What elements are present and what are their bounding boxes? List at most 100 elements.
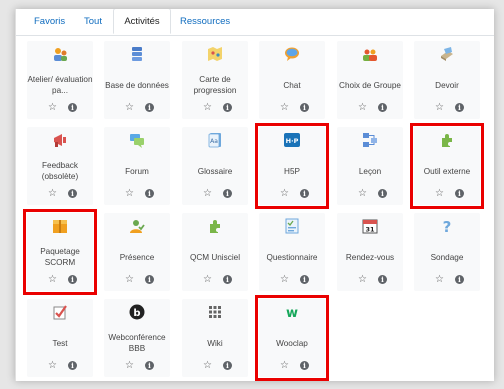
activity-label: Questionnaire [266, 252, 318, 262]
tab-ressources[interactable]: Ressources [180, 9, 230, 34]
info-icon[interactable]: i [378, 189, 387, 198]
star-icon[interactable]: ☆ [280, 102, 289, 114]
info-icon[interactable]: i [223, 275, 232, 284]
info-icon[interactable]: i [145, 103, 154, 112]
calendar-icon: 31 [362, 218, 378, 234]
activity-tile-group-choice[interactable]: Choix de Groupe ☆ i [337, 41, 403, 119]
tab-activites[interactable]: Activités [113, 9, 171, 34]
activity-tile-workshop[interactable]: Atelier/ évaluation pa... ☆ i [27, 41, 93, 119]
star-icon[interactable]: ☆ [203, 102, 212, 114]
info-icon[interactable]: i [145, 361, 154, 370]
info-icon[interactable]: i [455, 103, 464, 112]
star-icon[interactable]: ☆ [125, 102, 134, 114]
star-icon[interactable]: ☆ [435, 102, 444, 114]
svg-text:Aa: Aa [210, 138, 218, 145]
assignment-icon [439, 46, 455, 62]
tab-favoris[interactable]: Favoris [34, 9, 65, 34]
star-icon[interactable]: ☆ [280, 188, 289, 200]
wiki-icon [207, 304, 223, 320]
star-icon[interactable]: ☆ [203, 188, 212, 200]
activity-tabs: Favoris Tout Activités Ressources [16, 9, 494, 36]
activity-label: Leçon [358, 166, 382, 176]
activity-tile-glossary[interactable]: Aa Glossaire ☆ i [182, 127, 248, 205]
lesson-icon [362, 132, 378, 148]
activity-tile-lesson[interactable]: Leçon ☆ i [337, 127, 403, 205]
activity-tile-attendance[interactable]: Présence ☆ i [104, 213, 170, 291]
activity-tile-questionnaire[interactable]: Questionnaire ☆ i [259, 213, 325, 291]
star-icon[interactable]: ☆ [358, 188, 367, 200]
activity-tile-bigbluebutton[interactable]: b Webconférence BBB ☆ i [104, 299, 170, 377]
star-icon[interactable]: ☆ [358, 102, 367, 114]
scorm-package-icon [52, 218, 68, 234]
info-icon[interactable]: i [300, 361, 309, 370]
svg-text:H·P: H·P [286, 137, 299, 145]
info-icon[interactable]: i [378, 275, 387, 284]
star-icon[interactable]: ☆ [280, 274, 289, 286]
star-icon[interactable]: ☆ [435, 274, 444, 286]
activity-tile-wiki[interactable]: Wiki ☆ i [182, 299, 248, 377]
activity-tile-external-tool[interactable]: Outil externe ☆ i [414, 127, 480, 205]
info-icon[interactable]: i [300, 189, 309, 198]
chat-icon [284, 46, 300, 62]
star-icon[interactable]: ☆ [125, 188, 134, 200]
star-icon[interactable]: ☆ [48, 188, 57, 200]
star-icon[interactable]: ☆ [203, 360, 212, 372]
activity-tile-wooclap[interactable]: w Wooclap ☆ i [259, 299, 325, 377]
activity-label: Carte de progression [193, 75, 237, 95]
glossary-icon: Aa [207, 132, 223, 148]
info-icon[interactable]: i [223, 189, 232, 198]
wooclap-icon: w [284, 304, 300, 320]
info-icon[interactable]: i [68, 103, 77, 112]
info-icon[interactable]: i [223, 103, 232, 112]
activity-tile-scorm-package[interactable]: Paquetage SCORM ☆ i [27, 213, 93, 291]
info-icon[interactable]: i [455, 275, 464, 284]
activity-tile-forum[interactable]: Forum ☆ i [104, 127, 170, 205]
activity-tile-database[interactable]: Base de données ☆ i [104, 41, 170, 119]
activity-tile-chat[interactable]: Chat ☆ i [259, 41, 325, 119]
star-icon[interactable]: ☆ [48, 102, 57, 114]
star-icon[interactable]: ☆ [280, 360, 289, 372]
star-icon[interactable]: ☆ [125, 274, 134, 286]
star-icon[interactable]: ☆ [435, 188, 444, 200]
star-icon[interactable]: ☆ [203, 274, 212, 286]
database-icon [129, 46, 145, 62]
activity-tile-assignment[interactable]: Devoir ☆ i [414, 41, 480, 119]
qcm-icon [207, 218, 223, 234]
activity-label: Atelier/ évaluation pa... [27, 75, 93, 95]
activity-tile-feedback[interactable]: Feedback (obsolète) ☆ i [27, 127, 93, 205]
h5p-icon: H·P [284, 132, 300, 148]
activity-tile-calendar[interactable]: 31 Rendez-vous ☆ i [337, 213, 403, 291]
star-icon[interactable]: ☆ [48, 360, 57, 372]
activity-tile-h5p[interactable]: H·P H5P ☆ i [259, 127, 325, 205]
star-icon[interactable]: ☆ [48, 274, 57, 286]
attendance-icon [129, 218, 145, 234]
info-icon[interactable]: i [378, 103, 387, 112]
star-icon[interactable]: ☆ [358, 274, 367, 286]
svg-text:?: ? [443, 218, 452, 234]
activity-tile-progress-map[interactable]: Carte de progression ☆ i [182, 41, 248, 119]
activity-label: Paquetage SCORM [40, 247, 80, 267]
questionnaire-icon [284, 218, 300, 234]
info-icon[interactable]: i [223, 361, 232, 370]
star-icon[interactable]: ☆ [125, 360, 134, 372]
activity-tile-quiz[interactable]: Test ☆ i [27, 299, 93, 377]
info-icon[interactable]: i [145, 189, 154, 198]
activity-label: Chat [283, 80, 301, 90]
activity-tile-qcm[interactable]: QCM Unisciel ☆ i [182, 213, 248, 291]
activity-label: QCM Unisciel [189, 252, 241, 262]
activity-tile-survey[interactable]: ? Sondage ☆ i [414, 213, 480, 291]
workshop-icon [52, 46, 68, 62]
info-icon[interactable]: i [68, 189, 77, 198]
activity-label: Wiki [207, 338, 223, 348]
bigbluebutton-icon: b [129, 304, 145, 320]
feedback-icon [52, 132, 68, 148]
info-icon[interactable]: i [300, 275, 309, 284]
activity-label: Présence [119, 252, 155, 262]
info-icon[interactable]: i [455, 189, 464, 198]
info-icon[interactable]: i [300, 103, 309, 112]
info-icon[interactable]: i [145, 275, 154, 284]
info-icon[interactable]: i [68, 275, 77, 284]
external-tool-icon [439, 132, 455, 148]
info-icon[interactable]: i [68, 361, 77, 370]
tab-tout[interactable]: Tout [84, 9, 102, 34]
